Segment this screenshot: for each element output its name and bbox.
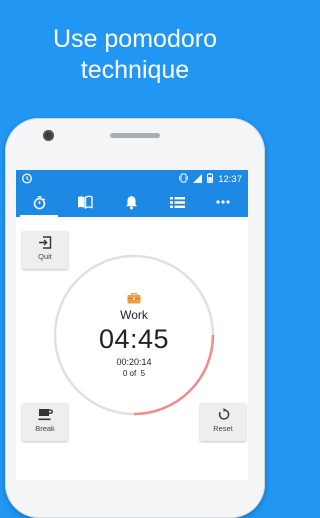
tab-list[interactable] <box>154 187 200 217</box>
tab-bar <box>16 187 248 217</box>
promo-headline: Use pomodoro technique <box>0 24 270 86</box>
briefcase-icon <box>127 292 141 304</box>
app-screen: 12:37 Quit Work 04:45 00:20:14 0 of 5 Br… <box>16 170 248 480</box>
status-time: 12:37 <box>218 173 242 185</box>
elapsed-time: 00:20:14 <box>116 357 152 367</box>
tab-timer[interactable] <box>16 187 62 217</box>
stopwatch-icon <box>33 195 45 209</box>
timer-readout: Work 04:45 00:20:14 0 of 5 <box>52 253 216 417</box>
headline-line-2: technique <box>80 56 190 84</box>
tab-more[interactable] <box>200 187 246 217</box>
alarm-status-icon <box>21 172 33 186</box>
book-icon <box>78 195 93 209</box>
phone-speaker <box>110 133 160 138</box>
signal-icon <box>193 173 203 185</box>
break-button[interactable]: Break <box>22 403 68 441</box>
reset-icon <box>218 408 229 420</box>
battery-icon <box>207 173 214 185</box>
break-label: Break <box>35 424 55 433</box>
reset-label: Reset <box>213 424 233 433</box>
quit-label: Quit <box>38 252 52 261</box>
tab-notifications[interactable] <box>108 187 154 217</box>
phone-camera <box>43 130 54 141</box>
timer-panel: Quit Work 04:45 00:20:14 0 of 5 Break Re… <box>16 217 248 480</box>
countdown-time: 04:45 <box>98 324 170 354</box>
tab-book[interactable] <box>62 187 108 217</box>
bell-icon <box>125 195 137 209</box>
status-bar: 12:37 <box>16 170 248 187</box>
more-icon <box>216 200 230 204</box>
vibrate-icon <box>179 173 189 185</box>
headline-line-1: Use pomodoro <box>53 25 217 53</box>
session-label: Work <box>120 308 148 322</box>
list-icon <box>169 196 185 208</box>
exit-icon <box>39 236 52 249</box>
reset-button[interactable]: Reset <box>200 403 246 441</box>
coffee-cup-icon <box>38 409 53 421</box>
session-progress: 0 of 5 <box>122 369 146 378</box>
